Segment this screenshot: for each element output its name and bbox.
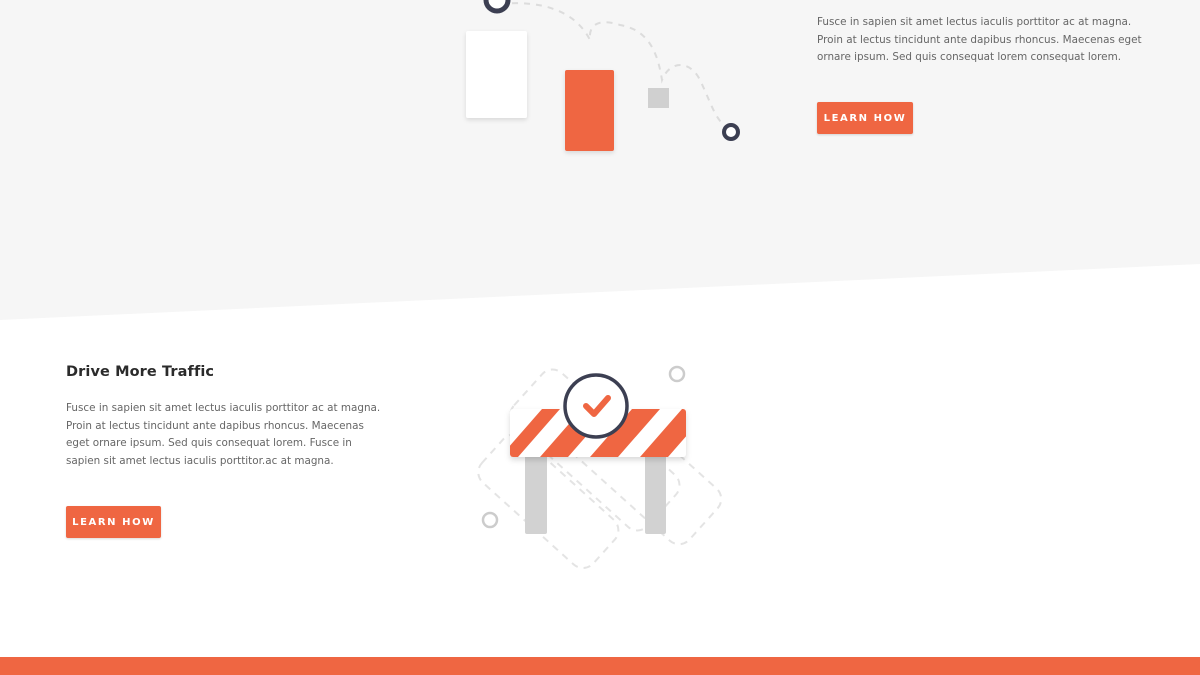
check-badge xyxy=(563,373,629,439)
barrier-leg-right xyxy=(645,452,666,534)
decor-ring-bottom xyxy=(481,511,499,529)
barrier-leg-left xyxy=(525,452,547,534)
decor-ring-top xyxy=(668,365,686,383)
footer-accent-bar xyxy=(0,657,1200,675)
road-barrier-illustration xyxy=(477,365,723,569)
